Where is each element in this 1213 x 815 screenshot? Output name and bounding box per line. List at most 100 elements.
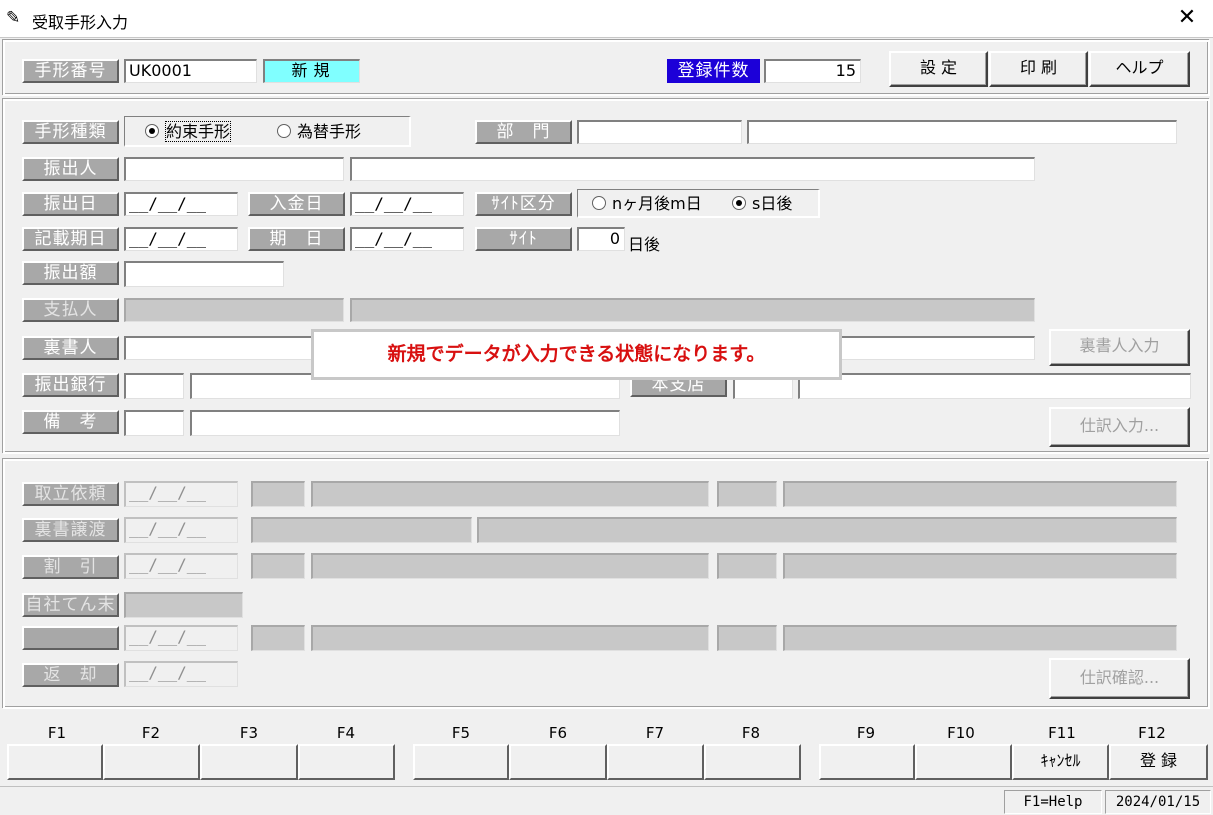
journal-confirm-button[interactable]: 仕訳確認... [1049,658,1190,699]
drawer-code-field[interactable] [124,157,344,181]
return-date-field: __/__/__ [124,661,238,687]
record-date-label: 記載期日 [22,227,119,251]
radio-unselected-icon [277,123,291,138]
status-date: 2024/01/15 [1105,790,1211,814]
branch-name-field[interactable] [798,373,1191,399]
return-label: 返 却 [22,663,119,687]
fkey-button-f2[interactable] [103,744,200,780]
count-label: 登録件数 [667,59,760,83]
blank-row-name-a [311,625,709,651]
note-no-field[interactable]: UK0001 [124,59,257,83]
drawer-label: 振出人 [22,157,119,181]
radio-promissory[interactable]: 約束手形 [145,121,232,142]
self-settle-label: 自社てん末 [22,593,119,617]
deposit-date-field[interactable]: __/__/__ [350,192,464,216]
collection-name-a [311,481,709,507]
payer-name-field [350,298,1035,322]
blank-row-code-a [251,625,305,651]
dept-name-field[interactable] [747,120,1177,144]
app-icon: ✎ [6,8,21,28]
payer-code-field [124,298,344,322]
print-button[interactable]: 印 刷 [989,51,1088,87]
discount-code-b [717,553,777,579]
fkey-label-f7: F7 [645,724,665,742]
endorse-transfer-code [251,517,472,543]
cancel-button[interactable]: ｷｬﾝｾﾙ [1012,744,1109,780]
status-bar: F1=Help 2024/01/15 [0,786,1213,815]
drawer-name-field[interactable] [350,157,1035,181]
fkey-button-f8[interactable] [704,744,801,780]
radio-selected-icon [732,195,746,210]
note-type-label: 手形種類 [22,120,119,144]
dept-label: 部 門 [475,120,572,144]
issue-date-label: 振出日 [22,192,119,216]
fkey-label-f1: F1 [47,724,67,742]
due-date-field[interactable]: __/__/__ [350,227,464,251]
collection-code-a [251,481,305,507]
bank-code-field[interactable] [124,373,184,399]
fkey-button-f3[interactable] [200,744,298,780]
discount-name-a [311,553,709,579]
remarks-code-field[interactable] [124,410,184,436]
fkey-button-f6[interactable] [509,744,607,780]
remarks-label: 備 考 [22,410,119,434]
endorser-label: 裏書人 [22,336,119,360]
site-unit-text: 日後 [628,235,661,254]
help-button[interactable]: ヘルプ [1089,51,1190,87]
settings-button[interactable]: 設 定 [889,51,988,87]
fkey-button-f10[interactable] [915,744,1012,780]
note-type-group: 約束手形 為替手形 [124,116,411,147]
close-icon[interactable]: ✕ [1175,6,1199,30]
discount-date-field: __/__/__ [124,553,238,579]
self-settle-field [124,592,243,618]
radio-days-later[interactable]: s日後 [732,194,792,214]
deposit-date-label: 入金日 [248,192,345,216]
collection-date-field: __/__/__ [124,481,238,507]
endorser-input-button[interactable]: 裏書人入力 [1049,329,1190,366]
fkey-label-f8: F8 [741,724,761,742]
discount-code-a [251,553,305,579]
note-no-label: 手形番号 [22,59,119,83]
endorse-transfer-label: 裏書譲渡 [22,518,119,542]
count-field: 15 [764,59,861,83]
collection-code-b [717,481,777,507]
fkey-label-f2: F2 [141,724,161,742]
fkey-label-f9: F9 [856,724,876,742]
amount-label: 振出額 [22,261,119,285]
blank-row-date-field: __/__/__ [124,625,238,651]
fkey-label-f11: F11 [1048,724,1076,742]
site-kubun-group: nヶ月後m日 s日後 [577,189,820,218]
record-date-field[interactable]: __/__/__ [124,227,238,251]
dept-code-field[interactable] [577,120,742,144]
remarks-text-field[interactable] [190,410,620,436]
bank-label: 振出銀行 [22,373,119,397]
fkey-label-f10: F10 [947,724,975,742]
discount-name-b [783,553,1177,579]
amount-field[interactable] [124,261,284,287]
fkey-button-f1[interactable] [7,744,103,780]
fkey-button-f5[interactable] [413,744,509,780]
site-kubun-label: ｻｲﾄ区分 [475,192,572,216]
blank-row-name-b [783,625,1177,651]
fkey-button-f4[interactable] [298,744,395,780]
journal-input-button[interactable]: 仕訳入力... [1049,407,1190,447]
notice-banner: 新規でデータが入力できる状態になります。 [311,329,842,380]
site-days-field[interactable]: 0 [577,227,625,251]
endorse-transfer-date-field: __/__/__ [124,517,238,543]
mode-field: 新規 [263,59,360,83]
radio-months-later[interactable]: nヶ月後m日 [592,194,702,214]
radio-selected-icon [145,123,159,138]
fkey-button-f9[interactable] [819,744,915,780]
radio-bill-of-exchange[interactable]: 為替手形 [277,122,361,142]
register-button[interactable]: 登 録 [1109,744,1208,780]
fkey-label-f6: F6 [548,724,568,742]
status-help: F1=Help [1004,790,1102,814]
fkey-button-f7[interactable] [607,744,704,780]
collection-name-b [783,481,1177,507]
blank-row-label [22,626,119,650]
issue-date-field[interactable]: __/__/__ [124,192,238,216]
site-label: ｻｲﾄ [475,227,572,251]
fkey-label-f4: F4 [336,724,356,742]
title-bar: ✎ 受取手形入力 ✕ [0,0,1213,38]
fkey-label-f5: F5 [451,724,471,742]
